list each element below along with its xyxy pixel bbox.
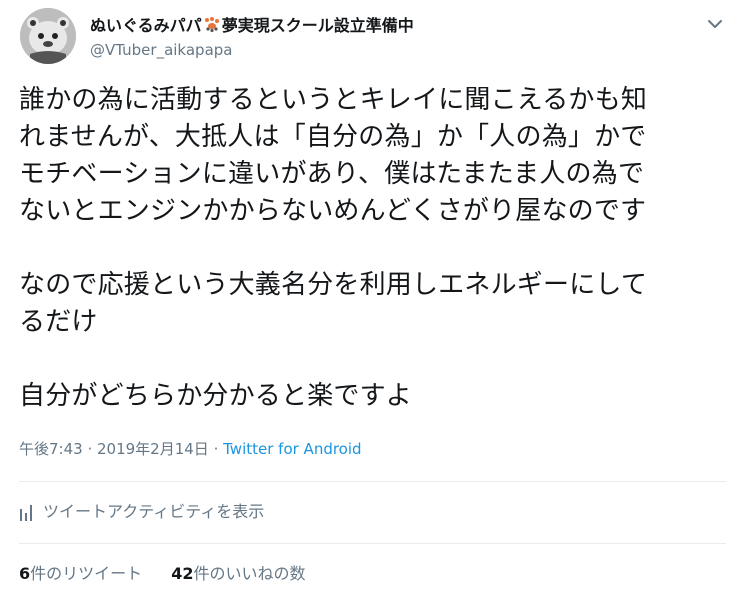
tweet-source-link[interactable]: Twitter for Android [223, 440, 361, 458]
user-handle[interactable]: @VTuber_aikapapa [90, 41, 232, 59]
tweet-text: 誰かの為に活動するというとキレイに聞こえるかも知 れませんが、大抵人は「自分の為… [19, 85, 648, 411]
chevron-down-icon [708, 20, 722, 28]
display-name-prefix: ぬいぐるみパパ [90, 16, 202, 35]
likes-count: 42 [171, 564, 194, 583]
meta-separator: · [82, 440, 97, 458]
display-name[interactable]: ぬいぐるみパパ 夢実現スクール設立準備中 [90, 16, 414, 36]
tweet-date[interactable]: 2019年2月14日 [97, 440, 209, 458]
tweet-meta: 午後7:43 · 2019年2月14日 · Twitter for Androi… [19, 438, 362, 460]
likes-label: 件のいいねの数 [193, 564, 306, 583]
retweets-stat[interactable]: 6件のリツイート [19, 561, 142, 587]
divider [19, 543, 726, 544]
tweet-time[interactable]: 午後7:43 [19, 440, 83, 458]
tweet-activity-label: ツイートアクティビティを表示 [43, 502, 265, 521]
likes-stat[interactable]: 42件のいいねの数 [171, 561, 305, 587]
display-name-suffix: 夢実現スクール設立準備中 [221, 16, 414, 35]
divider [19, 481, 726, 482]
bar-chart-icon [20, 505, 32, 521]
tweet-stats: 6件のリツイート 42件のいいねの数 [19, 561, 330, 587]
paw-prints-icon [203, 17, 221, 33]
plush-bear-avatar-icon [20, 8, 76, 64]
meta-separator: · [208, 440, 224, 458]
tweet-menu-button[interactable] [703, 12, 727, 36]
avatar[interactable] [20, 8, 76, 64]
tweet-activity-button[interactable]: ツイートアクティビティを表示 [19, 498, 264, 526]
retweets-count: 6 [19, 564, 31, 583]
retweets-label: 件のリツイート [30, 564, 143, 583]
